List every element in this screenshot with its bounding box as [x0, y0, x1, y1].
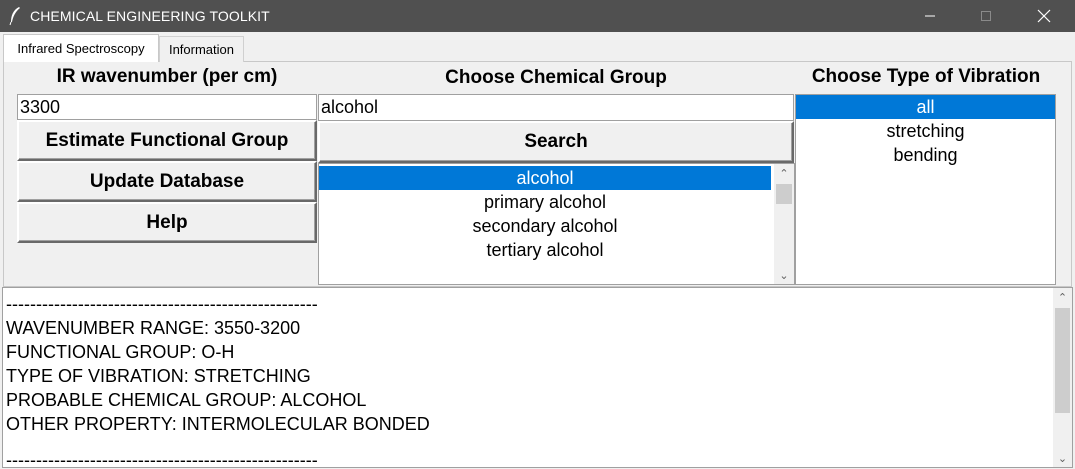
output-line: ----------------------------------------…: [6, 294, 318, 314]
chemical-group-heading: Choose Chemical Group: [445, 67, 667, 88]
output-line: WAVENUMBER RANGE: 3550-3200: [6, 318, 301, 338]
ir-wavenumber-heading: IR wavenumber (per cm): [56, 66, 278, 87]
output-line: ----------------------------------------…: [6, 450, 318, 468]
chemical-group-item[interactable]: alcohol: [319, 166, 771, 190]
close-button[interactable]: [1021, 0, 1067, 32]
chemical-group-item[interactable]: tertiary alcohol: [319, 238, 771, 262]
vibration-type-heading: Choose Type of Vibration: [811, 66, 1041, 87]
chemical-group-search-input[interactable]: [318, 94, 794, 121]
output-scrollbar[interactable]: ⌃ ⌄: [1053, 288, 1072, 467]
feather-icon: [9, 7, 20, 26]
output-line: OTHER PROPERTY: INTERMOLECULAR BONDED: [6, 414, 430, 434]
results-output[interactable]: ----------------------------------------…: [2, 287, 1073, 468]
vibration-type-item[interactable]: stretching: [796, 119, 1055, 143]
output-line: PROBABLE CHEMICAL GROUP: ALCOHOL: [6, 390, 367, 410]
output-line: FUNCTIONAL GROUP: O-H: [6, 342, 235, 362]
maximize-button[interactable]: [963, 0, 1009, 32]
update-database-button[interactable]: Update Database: [17, 161, 317, 202]
wavenumber-input[interactable]: [17, 94, 317, 120]
tab-information[interactable]: Information: [159, 36, 244, 62]
scrollbar-thumb[interactable]: [1055, 308, 1070, 413]
search-button[interactable]: Search: [318, 121, 794, 163]
estimate-functional-group-button[interactable]: Estimate Functional Group: [17, 120, 317, 161]
minimize-button[interactable]: [907, 0, 953, 32]
tab-infrared-spectroscopy[interactable]: Infrared Spectroscopy: [3, 34, 159, 62]
chemical-group-scrollbar[interactable]: ⌃ ⌄: [774, 164, 794, 284]
output-line: TYPE OF VIBRATION: STRETCHING: [6, 366, 311, 386]
scroll-up-icon[interactable]: ⌃: [1053, 288, 1072, 306]
scroll-down-icon[interactable]: ⌄: [1053, 449, 1072, 467]
scrollbar-thumb[interactable]: [776, 184, 792, 204]
maximize-icon: [981, 11, 991, 21]
window-title: CHEMICAL ENGINEERING TOOLKIT: [30, 8, 270, 24]
chemical-group-item[interactable]: secondary alcohol: [319, 214, 771, 238]
scroll-up-icon[interactable]: ⌃: [774, 164, 794, 182]
close-icon: [1037, 9, 1051, 23]
chemical-group-item[interactable]: primary alcohol: [319, 190, 771, 214]
vibration-type-item[interactable]: bending: [796, 143, 1055, 167]
help-button[interactable]: Help: [17, 202, 317, 243]
minimize-icon: [925, 15, 935, 17]
chemical-group-listbox[interactable]: alcohol primary alcohol secondary alcoho…: [318, 163, 795, 285]
vibration-type-listbox[interactable]: all stretching bending: [795, 94, 1056, 285]
scroll-down-icon[interactable]: ⌄: [774, 266, 794, 284]
vibration-type-item[interactable]: all: [796, 95, 1055, 119]
